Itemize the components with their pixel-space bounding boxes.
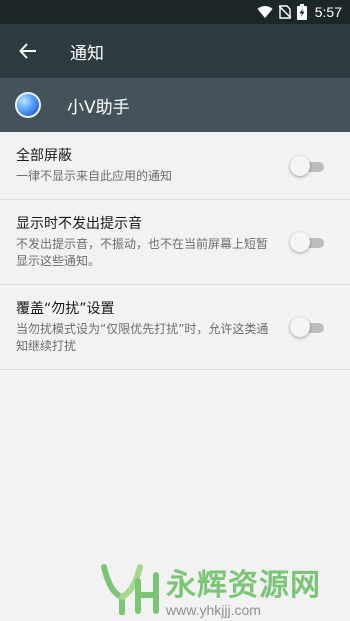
watermark-logo-icon (101, 564, 159, 615)
settings-list: 全部屏蔽 一律不显示来自此应用的通知 显示时不发出提示音 不发出提示音，不振动，… (0, 132, 350, 370)
toolbar: 通知 (0, 24, 350, 78)
setting-title: 显示时不发出提示音 (16, 216, 142, 232)
silent-toggle[interactable] (290, 232, 324, 252)
no-sim-icon (278, 5, 291, 19)
setting-summary: 一律不显示来自此应用的通知 (16, 169, 173, 183)
watermark: 永辉资源网 www.yhkjjj.com (100, 560, 321, 618)
override-dnd-toggle[interactable] (290, 317, 324, 337)
watermark-text: 永辉资源网 (166, 568, 321, 603)
watermark-url: www.yhkjjj.com (166, 602, 261, 618)
app-name: 小V助手 (67, 97, 130, 118)
battery-charging-icon (296, 4, 307, 20)
status-bar: 5:57 (0, 0, 350, 24)
setting-silent[interactable]: 显示时不发出提示音 不发出提示音，不振动，也不在当前屏幕上短暂显示这些通知。 (0, 200, 350, 285)
setting-override-dnd[interactable]: 覆盖“勿扰”设置 当勿扰模式设为“仅限优先打扰”时，允许这类通知继续打扰 (0, 285, 350, 370)
setting-title: 覆盖“勿扰”设置 (16, 301, 115, 317)
page-title: 通知 (70, 43, 104, 64)
block-all-toggle[interactable] (290, 155, 324, 176)
setting-summary: 不发出提示音，不振动，也不在当前屏幕上短暂显示这些通知。 (16, 237, 269, 268)
xiaov-app-icon (15, 92, 41, 118)
setting-summary: 当勿扰模式设为“仅限优先打扰”时，允许这类通知继续打扰 (16, 322, 269, 353)
back-button[interactable] (0, 24, 56, 78)
setting-title: 全部屏蔽 (16, 148, 72, 164)
status-time: 5:57 (314, 4, 342, 20)
wifi-icon (257, 5, 273, 19)
setting-block-all[interactable]: 全部屏蔽 一律不显示来自此应用的通知 (0, 132, 350, 200)
app-header: 小V助手 (0, 78, 350, 132)
arrow-left-icon (19, 43, 36, 59)
